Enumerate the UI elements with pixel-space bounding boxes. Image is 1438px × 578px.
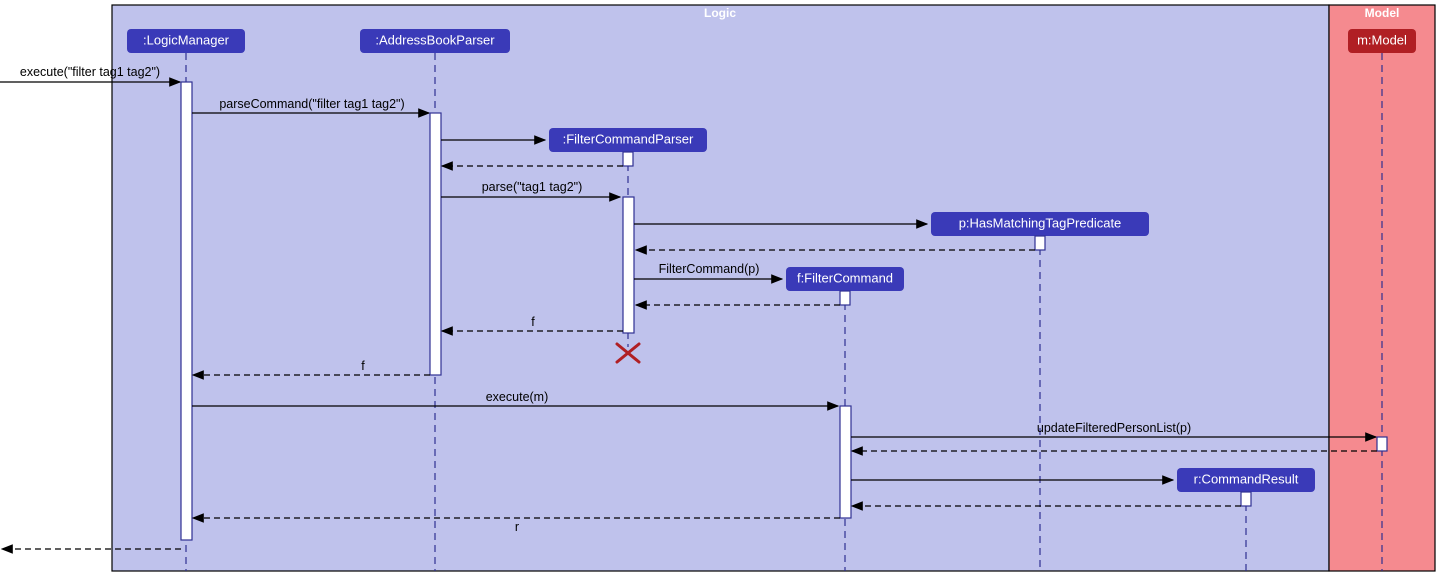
frame-logic-label: Logic bbox=[704, 6, 736, 20]
participant-address-book-parser-label: :AddressBookParser bbox=[375, 32, 495, 47]
activation-cr-create bbox=[1241, 492, 1251, 506]
msg-execute-m-label: execute(m) bbox=[486, 390, 549, 404]
frame-model-label: Model bbox=[1365, 6, 1400, 20]
msg-filter-command-new-label: FilterCommand(p) bbox=[659, 262, 760, 276]
msg-return-f2-label: f bbox=[361, 359, 365, 373]
activation-fc-execute bbox=[840, 406, 851, 518]
msg-update-filtered-list-label: updateFilteredPersonList(p) bbox=[1037, 421, 1191, 435]
activation-fcp-parse bbox=[623, 197, 634, 333]
participant-command-result-label: r:CommandResult bbox=[1194, 471, 1299, 486]
msg-execute-in-label: execute("filter tag1 tag2") bbox=[20, 65, 160, 79]
participant-model-label: m:Model bbox=[1357, 32, 1407, 47]
participant-filter-command-label: f:FilterCommand bbox=[797, 270, 893, 285]
msg-return-r-label: r bbox=[515, 520, 519, 534]
participant-filter-command-parser-label: :FilterCommandParser bbox=[563, 131, 694, 146]
participant-has-matching-tag-predicate-label: p:HasMatchingTagPredicate bbox=[959, 215, 1122, 230]
activation-model-update bbox=[1377, 437, 1387, 451]
activation-fc-create bbox=[840, 291, 850, 305]
activation-logic-manager bbox=[181, 82, 192, 540]
activation-address-book-parser bbox=[430, 113, 441, 375]
activation-fcp-create bbox=[623, 152, 633, 166]
activation-predicate-create bbox=[1035, 236, 1045, 250]
msg-return-f1-label: f bbox=[531, 315, 535, 329]
sequence-diagram: Logic Model :LogicManager :AddressBookPa… bbox=[0, 0, 1438, 578]
participant-logic-manager-label: :LogicManager bbox=[143, 32, 230, 47]
msg-parse-command-label: parseCommand("filter tag1 tag2") bbox=[219, 97, 404, 111]
msg-parse-label: parse("tag1 tag2") bbox=[482, 180, 583, 194]
frame-logic bbox=[112, 5, 1329, 571]
